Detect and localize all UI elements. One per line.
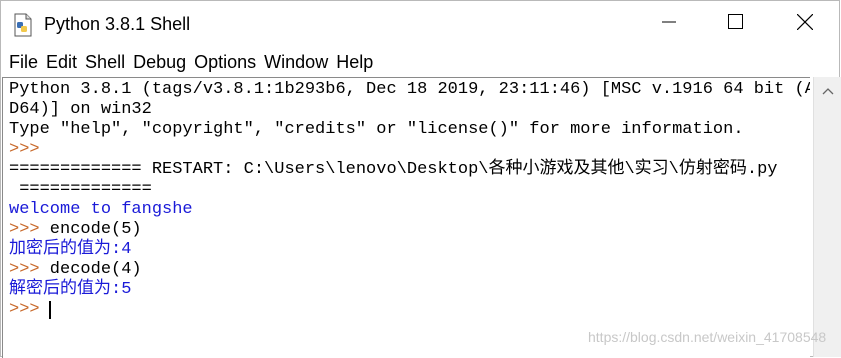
prompt: >>>: [9, 140, 40, 159]
menu-edit[interactable]: Edit: [44, 49, 83, 75]
menu-bar: File Edit Shell Debug Options Window Hel…: [1, 48, 839, 75]
title-bar[interactable]: Python 3.8.1 Shell: [1, 1, 839, 47]
banner-line: Type "help", "copyright", "credits" or "…: [9, 120, 744, 139]
python-shell-window: Python 3.8.1 Shell File Edit Shell Debug…: [0, 0, 841, 358]
command-text: encode(5): [39, 220, 142, 239]
menu-help[interactable]: Help: [334, 49, 379, 75]
maximize-button[interactable]: [712, 1, 758, 47]
text-cursor: [49, 301, 51, 319]
menu-file[interactable]: File: [1, 49, 44, 75]
command-line: >>> decode(4): [9, 260, 142, 280]
command-text: decode(4): [39, 260, 142, 279]
menu-debug[interactable]: Debug: [131, 49, 192, 75]
restart-line: =============: [9, 180, 152, 199]
window-title: Python 3.8.1 Shell: [44, 14, 191, 34]
banner-line: Python 3.8.1 (tags/v3.8.1:1b293b6, Dec 1…: [9, 80, 810, 99]
output-line: 解密后的值为:5: [9, 280, 132, 299]
python-idle-icon: [12, 13, 34, 37]
vertical-scrollbar[interactable]: [813, 77, 841, 357]
chevron-up-icon: [822, 82, 834, 100]
output-line: welcome to fangshe: [9, 200, 193, 219]
restart-line: ============= RESTART: C:\Users\lenovo\D…: [9, 160, 778, 179]
shell-text-area[interactable]: Python 3.8.1 (tags/v3.8.1:1b293b6, Dec 1…: [2, 77, 810, 358]
output-line: 加密后的值为:4: [9, 240, 132, 259]
watermark: https://blog.csdn.net/weixin_41708548: [588, 329, 827, 345]
close-icon: [796, 13, 814, 35]
minimize-icon: [662, 15, 676, 34]
close-button[interactable]: [782, 1, 828, 47]
prompt: >>>: [9, 300, 40, 319]
prompt: >>>: [9, 220, 40, 239]
command-line: >>> encode(5): [9, 220, 142, 240]
maximize-icon: [727, 14, 743, 34]
banner-line: D64)] on win32: [9, 100, 152, 119]
scroll-up-button[interactable]: [814, 77, 841, 105]
menu-shell[interactable]: Shell: [83, 49, 131, 75]
menu-window[interactable]: Window: [262, 49, 334, 75]
prompt: >>>: [9, 260, 40, 279]
minimize-button[interactable]: [646, 1, 692, 47]
menu-options[interactable]: Options: [192, 49, 262, 75]
